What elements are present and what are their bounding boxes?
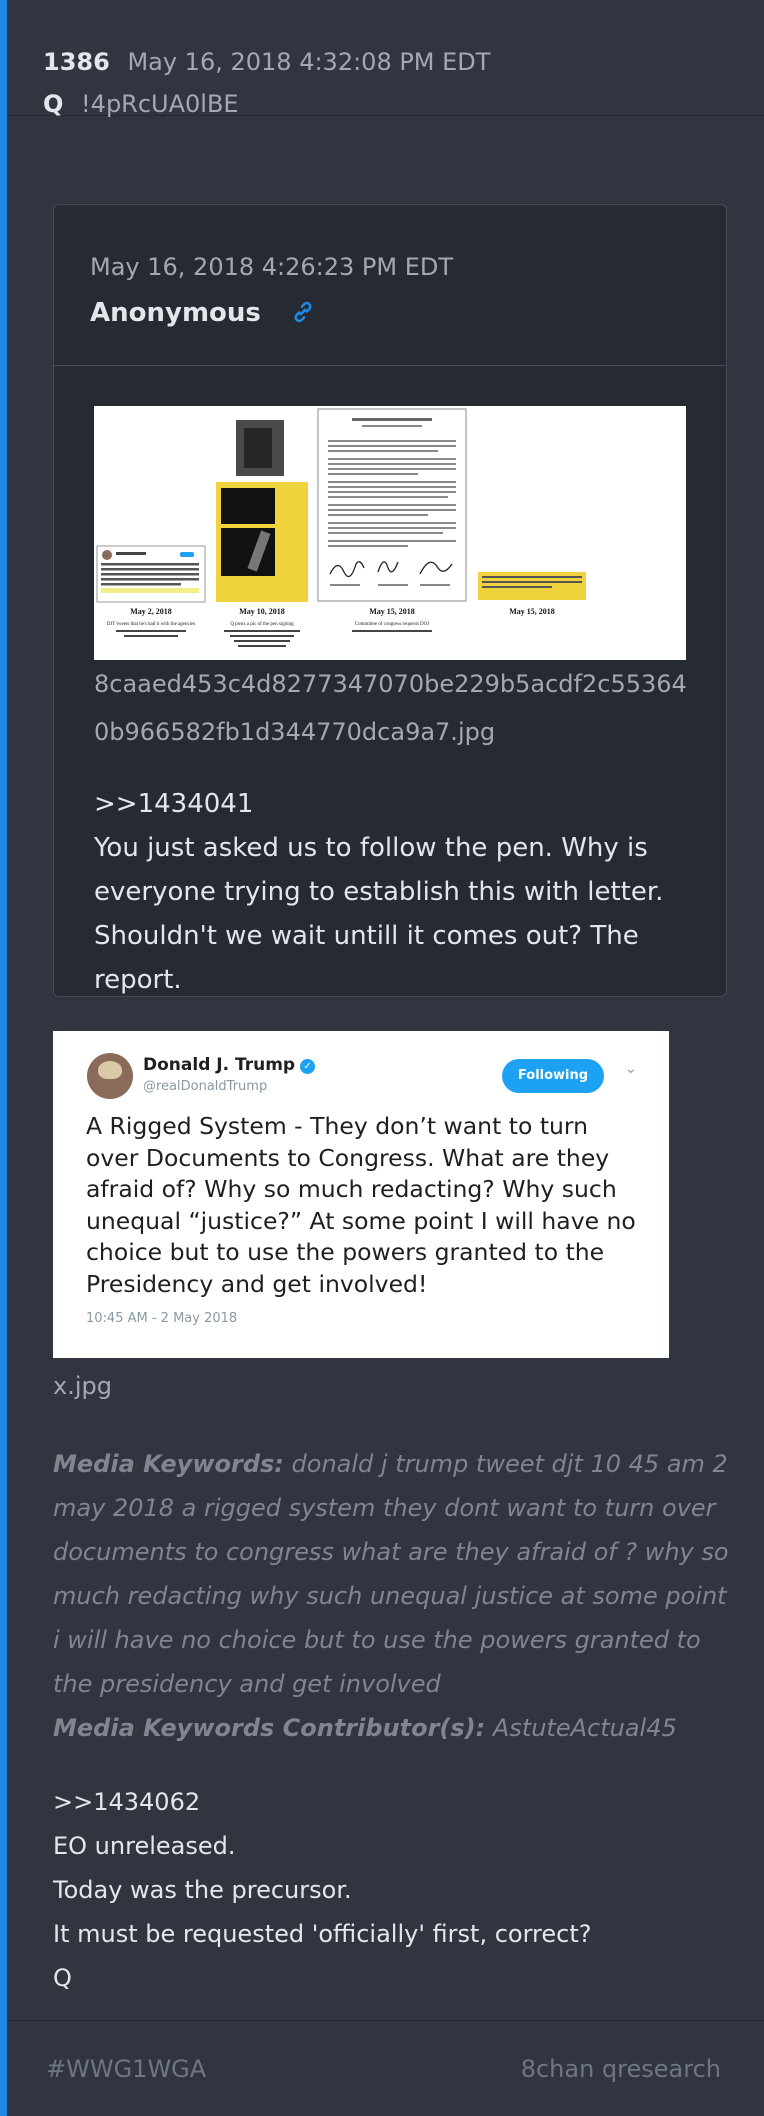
- media-keywords: Media Keywords: donald j trump tweet djt…: [53, 1442, 737, 1750]
- post-message-line: EO unreleased.: [53, 1832, 236, 1860]
- quoted-post-header: May 16, 2018 4:26:23 PM EDT Anonymous: [54, 205, 726, 366]
- tweet-author-name: Donald J. Trump: [143, 1055, 296, 1075]
- collage-image[interactable]: May 2, 2018 May 10, 2018 May 15, 2018 Ma…: [94, 406, 686, 660]
- chevron-down-icon: ⌄: [625, 1061, 637, 1077]
- verified-badge-icon: ✓: [300, 1059, 316, 1074]
- media-keywords-value: donald j trump tweet djt 10 45 am 2 may …: [53, 1450, 729, 1698]
- link-icon[interactable]: [290, 299, 316, 335]
- quoted-post-reply-link[interactable]: >>1434041: [94, 782, 694, 826]
- tweet-handle: @realDonaldTrump: [143, 1079, 268, 1094]
- media-keywords-contributor-label: Media Keywords Contributor(s):: [53, 1714, 486, 1742]
- quoted-post-text: >>1434041 You just asked us to follow th…: [94, 782, 694, 1002]
- footer-hashtag: #WWG1WGA: [46, 2055, 207, 2083]
- quoted-post-author: Anonymous: [90, 298, 261, 328]
- collage-filename[interactable]: 8caaed453c4d8277347070be229b5acdf2c55364…: [94, 660, 694, 756]
- collage-caption-2: May 10, 2018: [239, 607, 285, 616]
- tweet-avatar: [87, 1053, 133, 1099]
- collage-sub-3: Committee of congress requests DOJ: [355, 622, 429, 627]
- footer-source[interactable]: 8chan qresearch: [521, 2051, 721, 2087]
- post-reply-link[interactable]: >>1434062: [53, 1780, 737, 1824]
- tweet-following-badge: Following: [502, 1059, 604, 1093]
- quoted-post-line: You just asked us to follow the pen. Why…: [94, 833, 664, 907]
- post-author: Q: [43, 90, 64, 118]
- post-date: May 16, 2018 4:32:08 PM EDT: [127, 48, 491, 76]
- post-message-line: It must be requested 'officially' first,…: [53, 1920, 592, 1948]
- collage-sub-2: Q posts a pic of the pen signing: [230, 622, 294, 627]
- quoted-post-line: Shouldn't we wait untill it comes out? T…: [94, 921, 639, 995]
- collage-caption-3: May 15, 2018: [369, 607, 415, 616]
- collage-caption-4: May 15, 2018: [509, 607, 555, 616]
- post-footer: #WWG1WGA 8chan qresearch: [7, 2020, 764, 2116]
- tweet-image-filename[interactable]: x.jpg: [53, 1366, 112, 1406]
- post-card: 1386 May 16, 2018 4:32:08 PM EDT Q !4pRc…: [0, 0, 764, 2116]
- tweet-timestamp: 10:45 AM - 2 May 2018: [86, 1311, 238, 1326]
- post-message-signature: Q: [53, 1964, 72, 1992]
- post-message: >>1434062 EO unreleased. Today was the p…: [53, 1780, 737, 2000]
- quoted-post-date: May 16, 2018 4:26:23 PM EDT: [90, 253, 454, 281]
- collage-caption-1: May 2, 2018: [130, 607, 172, 616]
- post-message-line: Today was the precursor.: [53, 1876, 352, 1904]
- post-header: 1386 May 16, 2018 4:32:08 PM EDT Q !4pRc…: [7, 0, 764, 118]
- post-tripcode: !4pRcUA0lBE: [81, 90, 239, 118]
- quoted-post: May 16, 2018 4:26:23 PM EDT Anonymous Ma…: [53, 204, 727, 997]
- collage-sub-1: DJT tweets that he's had it with the age…: [107, 622, 196, 627]
- media-keywords-label: Media Keywords:: [53, 1450, 284, 1478]
- post-number[interactable]: 1386: [43, 48, 110, 76]
- tweet-text: A Rigged System - They don’t want to tur…: [86, 1112, 636, 1298]
- tweet-image[interactable]: Donald J. Trump ✓ @realDonaldTrump Follow…: [53, 1031, 669, 1358]
- media-keywords-contributor: AstuteActual45: [492, 1714, 677, 1742]
